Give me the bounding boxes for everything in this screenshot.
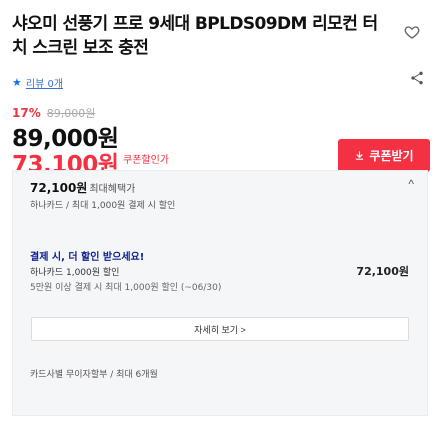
coupon-price-label: 쿠폰할인가 [123, 155, 169, 166]
product-title-area: 샤오미 선풍기 프로 9세대 BPLDS09DM 리모컨 터치 스크린 보조 충… [12, 12, 392, 60]
coupon-button-label: 쿠폰받기 [369, 149, 414, 163]
discount-rate: 17% [12, 106, 41, 120]
rating-row: ★ 리뷰 0개 [12, 75, 63, 90]
product-title: 샤오미 선풍기 프로 9세대 BPLDS09DM 리모컨 터치 스크린 보조 충… [12, 14, 378, 58]
max-benefit-price-suffix: 최대혜택가 [89, 184, 136, 195]
star-icon: ★ [12, 76, 22, 89]
collapse-benefit-button[interactable]: ^ [408, 177, 414, 191]
benefit-panel: 72,100원 최대혜택가 하나카드 / 최대 1,000원 결제 시 할인 ^ … [12, 170, 428, 416]
promo-line-card: 하나카드 1,000원 할인 [30, 268, 120, 278]
share-button[interactable] [404, 66, 430, 92]
review-count-link[interactable]: 리뷰 0개 [26, 75, 63, 90]
max-benefit-price: 72,100원 최대혜택가 [30, 179, 135, 196]
download-icon [356, 151, 364, 160]
max-benefit-price-value: 72,100원 [30, 181, 88, 195]
chevron-up-icon: ^ [408, 177, 414, 191]
promo-heading: 결제 시, 더 할인 받으세요! [30, 252, 145, 263]
promo-line-condition: 5만원 이상 결제 시 최대 1,000원 할인 (~06/30) [30, 283, 222, 293]
promo-price: 72,100원 [356, 265, 409, 278]
heart-icon [404, 25, 420, 39]
card-installment-info: 카드사별 무이자할부 / 최대 6개월 [30, 370, 158, 380]
max-benefit-description: 하나카드 / 최대 1,000원 결제 시 할인 [30, 201, 176, 211]
share-icon [411, 71, 423, 84]
coupon-download-button[interactable]: 쿠폰받기 [338, 139, 430, 172]
see-more-button[interactable]: 자세히 보기 > [31, 317, 409, 341]
wishlist-button[interactable] [397, 18, 427, 48]
